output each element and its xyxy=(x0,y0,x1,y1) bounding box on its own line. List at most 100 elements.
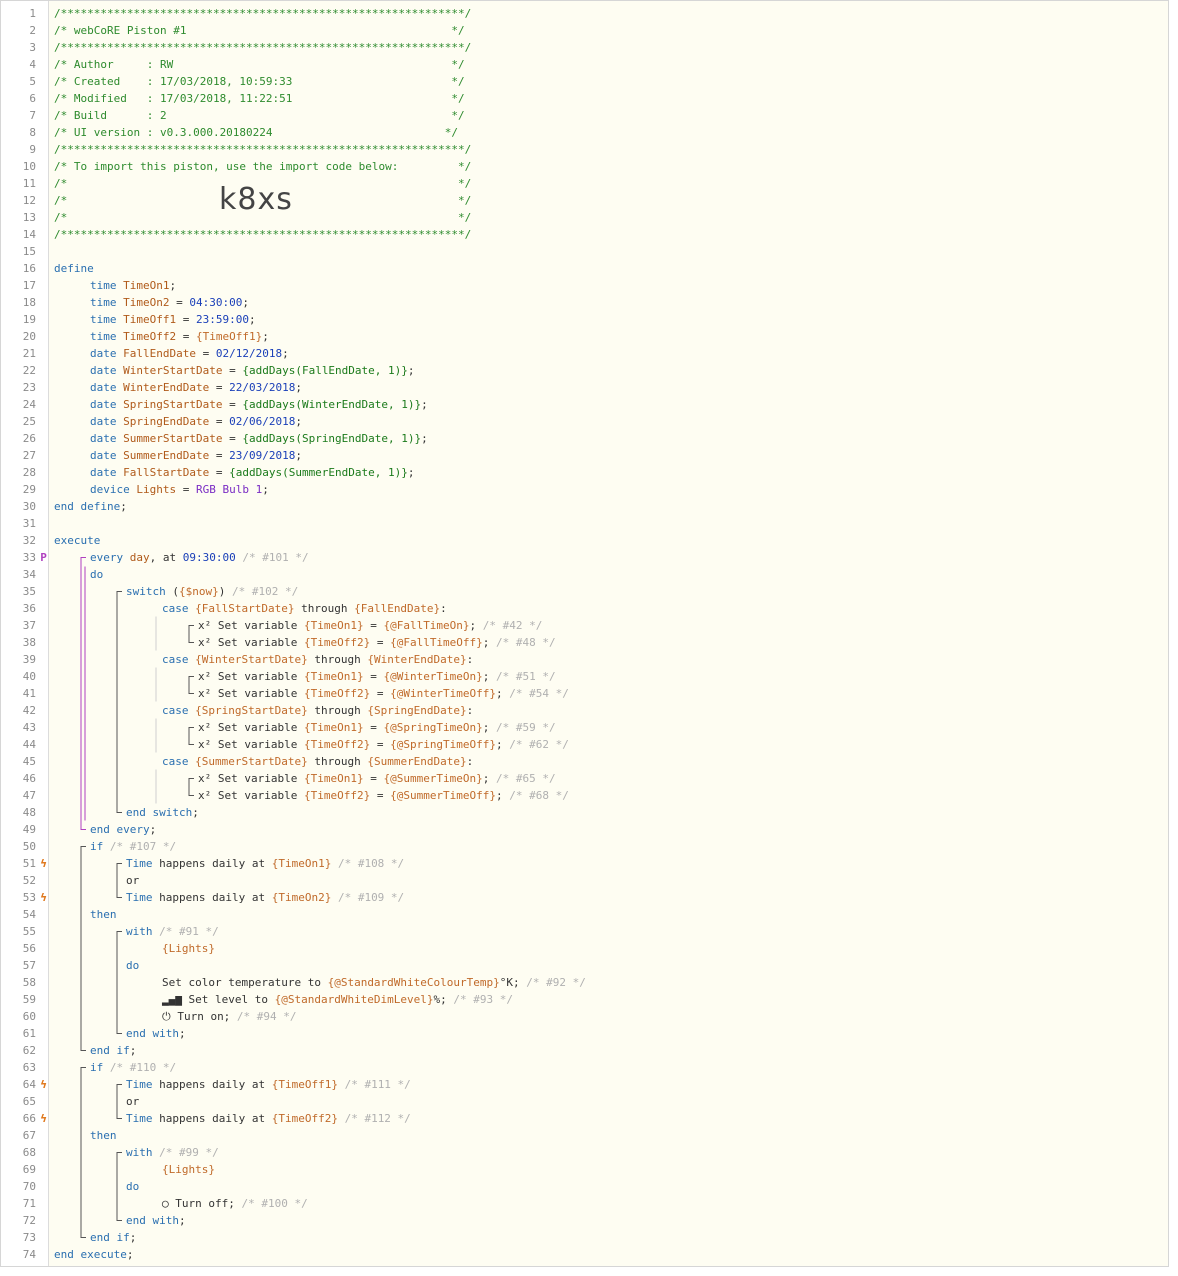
code-text[interactable]: /* webCoRE Piston #1 */ xyxy=(54,22,465,39)
code-text[interactable]: Set color temperature to {@StandardWhite… xyxy=(162,974,586,991)
trigger-bolt-icon[interactable]: ϟ xyxy=(39,1076,48,1093)
code-token: or xyxy=(126,1095,140,1108)
code-text[interactable]: time TimeOn2 = 04:30:00; xyxy=(90,294,249,311)
code-text[interactable]: with /* #91 */ xyxy=(126,923,219,940)
code-text[interactable]: do xyxy=(126,957,139,974)
code-text[interactable]: end if; xyxy=(90,1042,136,1059)
code-text[interactable]: end with; xyxy=(126,1212,186,1229)
code-text[interactable]: end with; xyxy=(126,1025,186,1042)
code-text[interactable]: ◯ Turn off; /* #100 */ xyxy=(162,1195,308,1212)
pause-marker-icon[interactable]: P xyxy=(39,549,48,566)
code-text[interactable]: end define; xyxy=(54,498,127,515)
variable-token: {SpringStartDate} xyxy=(195,704,308,717)
code-text[interactable]: Time happens daily at {TimeOff1} /* #111… xyxy=(126,1076,411,1093)
code-token: SummerStartDate xyxy=(123,432,223,445)
code-text[interactable]: ▂▄▆ Set level to {@StandardWhiteDimLevel… xyxy=(162,991,513,1008)
code-text[interactable]: then xyxy=(90,906,117,923)
trigger-bolt-icon[interactable]: ϟ xyxy=(39,889,48,906)
code-text[interactable]: x² Set variable {TimeOn1} = {@SpringTime… xyxy=(198,719,556,736)
trigger-bolt-icon[interactable]: ϟ xyxy=(39,1110,48,1127)
code-text[interactable]: date FallStartDate = {addDays(SummerEndD… xyxy=(90,464,415,481)
code-text[interactable]: x² Set variable {TimeOff2} = {@WinterTim… xyxy=(198,685,569,702)
code-text[interactable]: {Lights} xyxy=(162,1161,215,1178)
code-text[interactable]: Time happens daily at {TimeOn1} /* #108 … xyxy=(126,855,404,872)
code-line: 42 case {SpringStartDate} through {Spring… xyxy=(1,702,1168,719)
code-token: ; xyxy=(178,1214,186,1227)
code-text[interactable]: define xyxy=(54,260,94,277)
code-text[interactable]: switch ({$now}) /* #102 */ xyxy=(126,583,298,600)
code-text[interactable]: end if; xyxy=(90,1229,136,1246)
code-text[interactable]: Time happens daily at {TimeOn2} /* #109 … xyxy=(126,889,404,906)
code-text[interactable]: if /* #110 */ xyxy=(90,1059,176,1076)
code-text[interactable]: Time happens daily at {TimeOff2} /* #112… xyxy=(126,1110,411,1127)
code-text[interactable]: x² Set variable {TimeOff2} = {@SpringTim… xyxy=(198,736,569,753)
keyword-token: end every xyxy=(90,823,150,836)
code-text[interactable]: execute xyxy=(54,532,100,549)
code-text[interactable]: /* Modified : 17/03/2018, 11:22:51 */ xyxy=(54,90,465,107)
code-text[interactable]: case {FallStartDate} through {FallEndDat… xyxy=(162,600,447,617)
code-text[interactable]: /* UI version : v0.3.000.20180224 */ xyxy=(54,124,458,141)
code-text[interactable]: time TimeOff2 = {TimeOff1}; xyxy=(90,328,269,345)
line-number: 55 xyxy=(22,925,36,938)
code-text[interactable]: date SpringStartDate = {addDays(WinterEn… xyxy=(90,396,428,413)
code-text[interactable]: date WinterStartDate = {addDays(FallEndD… xyxy=(90,362,415,379)
code-token: = xyxy=(195,347,216,360)
code-text[interactable]: x² Set variable {TimeOn1} = {@SummerTime… xyxy=(198,770,556,787)
code-text[interactable]: x² Set variable {TimeOff2} = {@SummerTim… xyxy=(198,787,569,804)
code-text[interactable]: or xyxy=(126,1093,139,1110)
code-text[interactable]: /***************************************… xyxy=(54,141,471,158)
code-text[interactable]: /* Author : RW */ xyxy=(54,56,465,73)
code-text[interactable]: /* Created : 17/03/2018, 10:59:33 */ xyxy=(54,73,465,90)
code-text[interactable]: ⏻ Turn on; /* #94 */ xyxy=(162,1008,297,1025)
code-text[interactable]: {Lights} xyxy=(162,940,215,957)
code-line: 26 date SummerStartDate = {addDays(Spring… xyxy=(1,430,1168,447)
line-number: 53 xyxy=(22,891,36,904)
code-text[interactable]: date FallEndDate = 02/12/2018; xyxy=(90,345,289,362)
code-line: 45 case {SummerStartDate} through {Summer… xyxy=(1,753,1168,770)
line-number: 41 xyxy=(22,687,36,700)
code-token: SpringStartDate xyxy=(123,398,223,411)
code-text[interactable]: case {SpringStartDate} through {SpringEn… xyxy=(162,702,473,719)
code-text[interactable]: device Lights = RGB Bulb 1; xyxy=(90,481,269,498)
code-text[interactable]: case {SummerStartDate} through {SummerEn… xyxy=(162,753,473,770)
code-text[interactable]: /***************************************… xyxy=(54,226,471,243)
code-line: 69 {Lights} xyxy=(1,1161,1168,1178)
code-text[interactable]: x² Set variable {TimeOn1} = {@WinterTime… xyxy=(198,668,556,685)
code-text[interactable]: with /* #99 */ xyxy=(126,1144,219,1161)
header-comment: /***************************************… xyxy=(54,41,472,54)
code-text[interactable]: then xyxy=(90,1127,117,1144)
line-number: 1 xyxy=(29,7,36,20)
code-text[interactable]: end execute; xyxy=(54,1246,133,1263)
code-text[interactable]: or xyxy=(126,872,139,889)
code-text[interactable]: x² Set variable {TimeOn1} = {@FallTimeOn… xyxy=(198,617,542,634)
code-text[interactable]: date SpringEndDate = 02/06/2018; xyxy=(90,413,302,430)
line-number: 13 xyxy=(22,211,36,224)
code-text[interactable]: /* Build : 2 */ xyxy=(54,107,465,124)
variable-token: {TimeOn1} xyxy=(303,619,364,632)
code-text[interactable]: do xyxy=(90,566,103,583)
code-line: 41 x² Set variable {TimeOff2} = {@WinterT… xyxy=(1,685,1168,702)
code-text[interactable]: /***************************************… xyxy=(54,39,471,56)
keyword-token: case xyxy=(162,755,196,768)
value-token: 02/12/2018 xyxy=(215,347,283,360)
code-text[interactable]: date SummerStartDate = {addDays(SpringEn… xyxy=(90,430,428,447)
code-text[interactable]: x² Set variable {TimeOff2} = {@FallTimeO… xyxy=(198,634,556,651)
code-text[interactable]: /* To import this piston, use the import… xyxy=(54,158,471,175)
code-text[interactable]: end switch; xyxy=(126,804,199,821)
code-token: date xyxy=(90,364,124,377)
code-text[interactable]: if /* #107 */ xyxy=(90,838,176,855)
code-text[interactable]: do xyxy=(126,1178,139,1195)
code-text[interactable]: every day, at 09:30:00 /* #101 */ xyxy=(90,549,309,566)
trigger-bolt-icon[interactable]: ϟ xyxy=(39,855,48,872)
code-text[interactable]: end every; xyxy=(90,821,156,838)
code-text[interactable]: case {WinterStartDate} through {WinterEn… xyxy=(162,651,473,668)
code-token: ; xyxy=(496,789,503,802)
code-text[interactable]: /* */ xyxy=(54,209,471,226)
code-text[interactable]: time TimeOff1 = 23:59:00; xyxy=(90,311,256,328)
code-text[interactable]: date SummerEndDate = 23/09/2018; xyxy=(90,447,302,464)
code-text[interactable]: time TimeOn1; xyxy=(90,277,176,294)
code-token: = xyxy=(169,296,190,309)
code-text[interactable]: date WinterEndDate = 22/03/2018; xyxy=(90,379,302,396)
code-token: ( xyxy=(172,585,179,598)
code-text[interactable]: /***************************************… xyxy=(54,5,471,22)
